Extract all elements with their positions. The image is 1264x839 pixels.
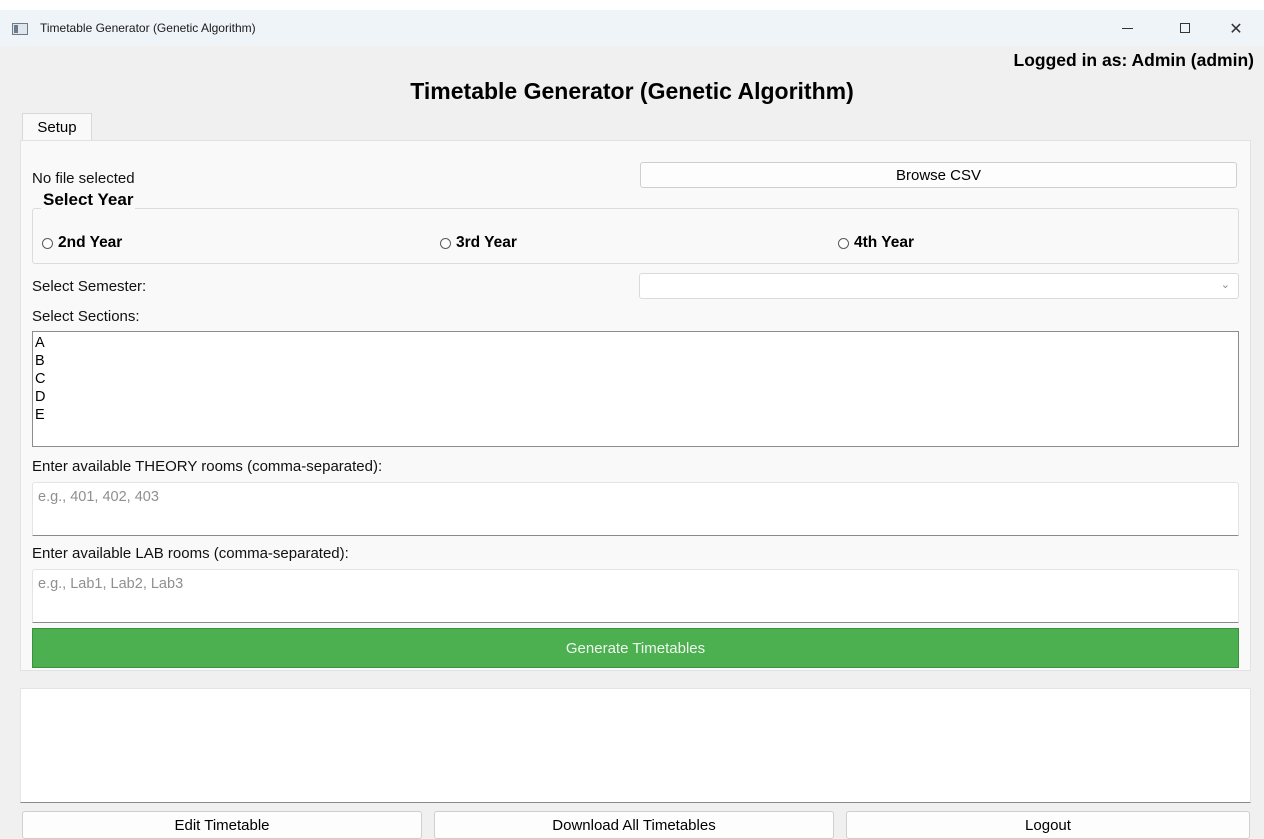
window-title: Timetable Generator (Genetic Algorithm) bbox=[40, 21, 256, 35]
title-bar[interactable]: Timetable Generator (Genetic Algorithm) … bbox=[0, 10, 1264, 46]
minimize-button[interactable] bbox=[1104, 10, 1150, 46]
radio-2nd-year[interactable]: 2nd Year bbox=[42, 234, 122, 252]
close-button[interactable]: ✕ bbox=[1213, 10, 1259, 46]
list-item[interactable]: B bbox=[33, 352, 1238, 370]
list-item[interactable]: E bbox=[33, 406, 1238, 424]
list-item[interactable]: C bbox=[33, 370, 1238, 388]
logout-button[interactable]: Logout bbox=[846, 811, 1250, 839]
edit-timetable-button[interactable]: Edit Timetable bbox=[22, 811, 422, 839]
theory-rooms-input[interactable]: e.g., 401, 402, 403 bbox=[32, 482, 1239, 536]
radio-circle-icon bbox=[838, 237, 849, 249]
file-status-label: No file selected bbox=[32, 170, 135, 187]
sections-listbox[interactable]: A B C D E bbox=[32, 331, 1239, 447]
lab-rooms-input[interactable]: e.g., Lab1, Lab2, Lab3 bbox=[32, 569, 1239, 623]
download-all-timetables-button[interactable]: Download All Timetables bbox=[434, 811, 834, 839]
semester-label: Select Semester: bbox=[32, 278, 147, 295]
theory-rooms-label: Enter available THEORY rooms (comma-sepa… bbox=[32, 458, 383, 475]
maximize-icon bbox=[1180, 23, 1190, 33]
radio-3rd-year[interactable]: 3rd Year bbox=[440, 234, 517, 252]
lab-rooms-placeholder: e.g., Lab1, Lab2, Lab3 bbox=[38, 576, 184, 592]
radio-4th-year-label: 4th Year bbox=[854, 234, 915, 251]
radio-circle-icon bbox=[42, 237, 53, 249]
output-log[interactable] bbox=[20, 688, 1251, 803]
radio-2nd-year-label: 2nd Year bbox=[58, 234, 123, 251]
sections-label: Select Sections: bbox=[32, 308, 140, 325]
radio-4th-year[interactable]: 4th Year bbox=[838, 234, 914, 252]
select-year-title: Select Year bbox=[41, 190, 136, 210]
chevron-down-icon: ⌄ bbox=[1220, 278, 1230, 291]
theory-rooms-placeholder: e.g., 401, 402, 403 bbox=[38, 489, 159, 505]
logged-in-status: Logged in as: Admin (admin) bbox=[1013, 50, 1254, 70]
radio-circle-icon bbox=[440, 237, 451, 249]
tab-setup[interactable]: Setup bbox=[22, 113, 92, 141]
close-icon: ✕ bbox=[1229, 18, 1243, 38]
list-item[interactable]: D bbox=[33, 388, 1238, 406]
generate-timetables-button[interactable]: Generate Timetables bbox=[32, 628, 1239, 668]
app-icon bbox=[12, 23, 28, 35]
semester-select[interactable]: ⌄ bbox=[639, 273, 1239, 299]
select-year-group bbox=[32, 208, 1239, 264]
maximize-button[interactable] bbox=[1162, 10, 1208, 46]
list-item[interactable]: A bbox=[33, 334, 1238, 352]
radio-3rd-year-label: 3rd Year bbox=[456, 234, 517, 251]
minimize-icon bbox=[1121, 27, 1133, 29]
lab-rooms-label: Enter available LAB rooms (comma-separat… bbox=[32, 545, 349, 562]
page-title: Timetable Generator (Genetic Algorithm) bbox=[410, 78, 854, 104]
browse-csv-button[interactable]: Browse CSV bbox=[640, 162, 1237, 188]
